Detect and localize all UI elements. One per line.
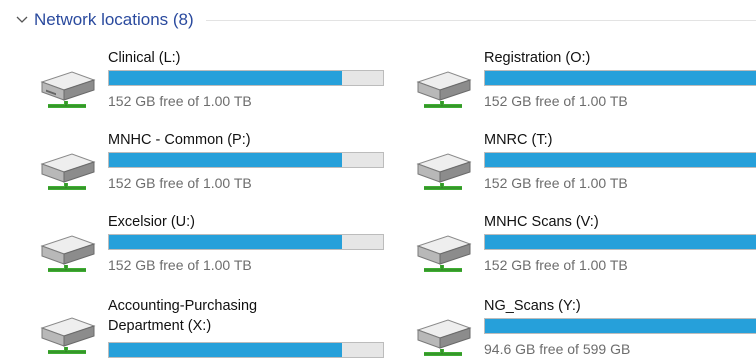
drive-usage-fill: [109, 235, 343, 249]
drive-usage-bar: [108, 152, 384, 168]
drive-usage-bar: [484, 152, 756, 168]
network-drive-icon: [36, 68, 98, 112]
drive-usage-fill: [109, 71, 343, 85]
drive-tile[interactable]: Excelsior (U:) 152 GB free of 1.00 TB: [36, 212, 396, 278]
drive-name: MNHC - Common (P:): [108, 132, 251, 148]
drive-usage-fill: [109, 153, 343, 167]
network-drive-icon: [36, 314, 98, 358]
drive-free-space: 152 GB free of 1.00 TB: [484, 257, 628, 273]
drive-usage-bar: [108, 342, 384, 358]
drive-usage-fill: [485, 235, 756, 249]
network-drive-icon: [412, 316, 474, 360]
drive-free-space: 152 GB free of 1.00 TB: [484, 175, 628, 191]
drive-name: MNHC Scans (V:): [484, 214, 599, 230]
group-divider: [205, 19, 756, 21]
network-drive-icon: [412, 68, 474, 112]
drive-tile[interactable]: NG_Scans (Y:) 94.6 GB free of 599 GB: [412, 296, 756, 360]
drive-usage-fill: [485, 153, 756, 167]
drive-free-space: 152 GB free of 1.00 TB: [108, 93, 252, 109]
drive-name: Registration (O:): [484, 50, 591, 66]
drive-name: MNRC (T:): [484, 132, 553, 148]
drive-free-space: 152 GB free of 1.00 TB: [484, 93, 628, 109]
drive-usage-bar: [484, 318, 756, 334]
drive-usage-bar: [108, 70, 384, 86]
network-drive-icon: [412, 232, 474, 276]
drive-name: NG_Scans (Y:): [484, 298, 581, 314]
drive-tile[interactable]: Clinical (L:) 152 GB free of 1.00 TB: [36, 48, 396, 114]
drive-usage-fill: [485, 319, 756, 333]
drive-name: Accounting-Purchasing Department (X:): [108, 298, 258, 334]
drive-tile[interactable]: Accounting-Purchasing Department (X:): [36, 296, 396, 360]
drive-tile[interactable]: MNHC Scans (V:) 152 GB free of 1.00 TB: [412, 212, 756, 278]
drive-tile[interactable]: MNHC - Common (P:) 152 GB free of 1.00 T…: [36, 130, 396, 196]
group-title: Network locations (8): [34, 10, 194, 29]
network-drive-icon: [412, 150, 474, 194]
drive-usage-fill: [485, 71, 756, 85]
drive-usage-bar: [108, 234, 384, 250]
drive-tile[interactable]: Registration (O:) 152 GB free of 1.00 TB: [412, 48, 756, 114]
network-drive-icon: [36, 232, 98, 276]
drive-tile[interactable]: MNRC (T:) 152 GB free of 1.00 TB: [412, 130, 756, 196]
drive-free-space: 152 GB free of 1.00 TB: [108, 175, 252, 191]
drive-free-space: 94.6 GB free of 599 GB: [484, 341, 631, 357]
drive-usage-bar: [484, 234, 756, 250]
network-drive-icon: [36, 150, 98, 194]
chevron-down-icon[interactable]: [14, 12, 30, 28]
drive-name: Excelsior (U:): [108, 214, 196, 230]
drive-free-space: 152 GB free of 1.00 TB: [108, 257, 252, 273]
network-locations-group-header[interactable]: Network locations (8): [14, 8, 756, 32]
drive-usage-bar: [484, 70, 756, 86]
drive-usage-fill: [109, 343, 343, 357]
file-explorer-network-locations: Network locations (8) Clinical (L:) 152 …: [0, 0, 756, 360]
drive-name: Clinical (L:): [108, 50, 181, 66]
